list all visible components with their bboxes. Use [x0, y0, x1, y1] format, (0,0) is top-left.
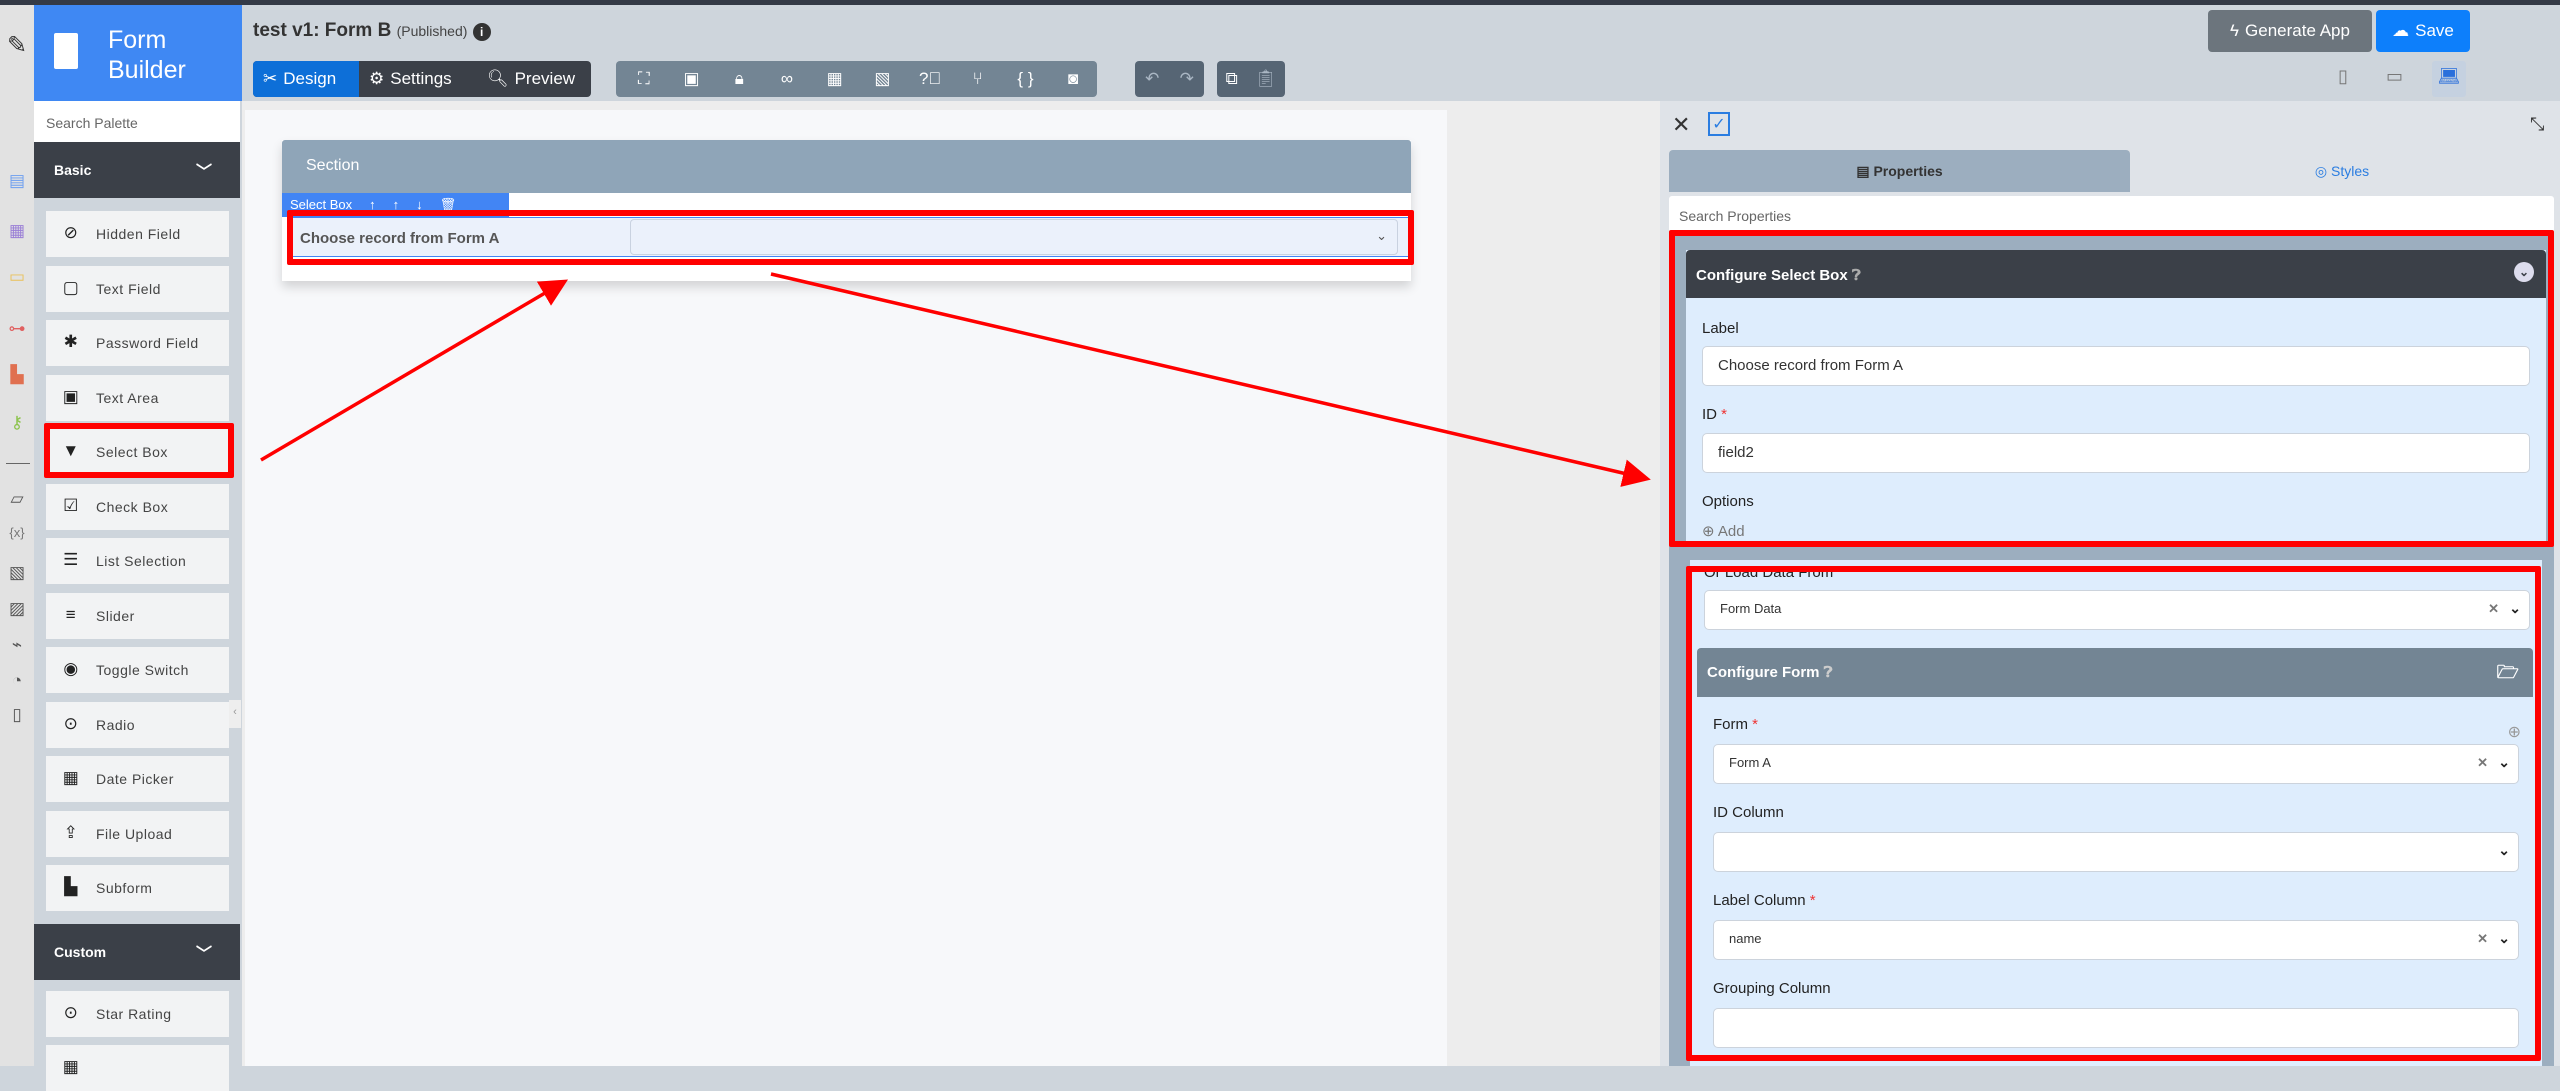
annotation-arrows [260, 272, 1651, 487]
arrow-to-canvas [260, 279, 569, 462]
arrow-to-properties [770, 272, 1651, 487]
